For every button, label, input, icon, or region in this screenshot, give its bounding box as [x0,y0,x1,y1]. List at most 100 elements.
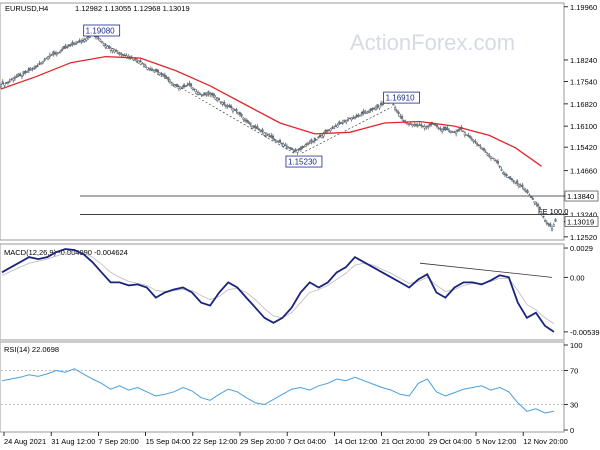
candle-body [43,59,46,61]
candle-body [205,94,208,96]
candle-body [350,117,353,120]
candle-body [366,111,369,114]
candle-body [472,139,475,142]
candle-body [329,128,332,131]
candle-body [97,37,100,40]
candle-body [510,178,513,181]
candle-body [40,62,43,64]
candle-body [19,73,22,76]
candle-body [67,44,71,47]
candle-body [170,82,173,86]
candle-body [538,207,541,210]
candle-body [106,46,109,49]
candle-body [343,119,346,122]
candle-body [118,53,121,55]
candle-body [298,148,301,150]
candle-body [428,123,432,126]
candle-body [346,119,350,121]
x-tick-label: 29 Sep 20:00 [240,437,285,446]
x-tick-label: 21 Oct 20:00 [382,437,425,446]
price-axis-ticks: 1.19960 1.18240 1.17540 1.16820 1.16100 1.154… [564,3,597,242]
candle-body [209,93,212,96]
candle-body [416,125,419,127]
candle-body [456,130,459,132]
candle-body [345,120,348,123]
candle-body [34,65,37,68]
swing-label-text: 1.16910 [386,94,415,103]
candle-body [411,124,414,127]
candle-body [45,57,48,60]
candle-body [223,102,226,105]
candle-body [516,180,519,184]
candle-body [537,204,540,207]
candle-body [502,172,505,175]
candle-body [489,156,493,159]
candle-body [146,67,149,70]
macd-panel: MACD(12,26,9) -0.004990 -0.004624 0.0029… [0,243,600,341]
rsi-title: RSI(14) 22.0698 [4,345,59,354]
candle-body [102,43,105,46]
candle-body [306,142,309,145]
candle-body [360,111,364,115]
candle-body [247,121,250,124]
chart-canvas: ActionForex.com EURUSD,H4 1.12982 1.1305… [0,2,600,446]
price-y-tick-label: 1.16820 [570,100,597,109]
candle-body [481,148,484,150]
candle-body [317,136,320,139]
rsi-tick-label: 30 [570,401,578,410]
candle-body [62,46,65,50]
candle-body [244,119,247,122]
candle-body [190,83,193,87]
candle-body [530,196,533,198]
candle-body [230,105,233,108]
rsi-panel-frame [0,341,565,433]
candle-body [413,124,416,126]
candle-body [254,126,257,129]
candle-body [181,87,184,89]
candle-body [367,111,370,113]
candle-body [477,144,480,146]
candle-body [268,135,271,138]
candle-body [139,60,142,63]
candle-body [524,190,527,192]
candle-body [104,45,107,48]
candle-body [299,147,302,150]
candle-body [156,70,159,73]
candle-body [235,109,238,112]
candle-body [531,198,534,200]
candle-body [108,45,111,48]
candle-body [73,43,76,45]
candle-body [155,68,158,72]
candle-body [301,146,304,149]
candle-body [256,126,259,130]
candle-body [285,145,289,149]
candle-body [469,136,472,138]
candle-body [418,124,421,126]
candle-body [425,126,428,128]
candle-body [503,173,506,176]
candle-body [463,132,466,136]
candle-body [322,133,325,137]
candle-body [71,42,74,45]
candle-body [47,56,50,60]
candle-body [151,69,154,71]
price-y-tick-label: 1.19960 [570,3,597,12]
candle-body [326,129,329,132]
candle-body [85,37,88,41]
candle-body [554,219,557,222]
candle-body [242,117,245,120]
candle-body [174,85,177,88]
candle-body [406,123,409,125]
candle-body [144,65,147,68]
macd-panel-frame [0,243,565,341]
candle-body [60,49,64,51]
candle-body [355,114,358,118]
candle-body [446,127,449,131]
candle-body [348,117,351,120]
candle-body [495,159,498,162]
candle-body [87,36,90,39]
candle-body [48,54,51,57]
candle-body [240,114,243,117]
candle-body [3,83,6,86]
price-panel: ActionForex.com EURUSD,H4 1.12982 1.1305… [0,2,599,242]
